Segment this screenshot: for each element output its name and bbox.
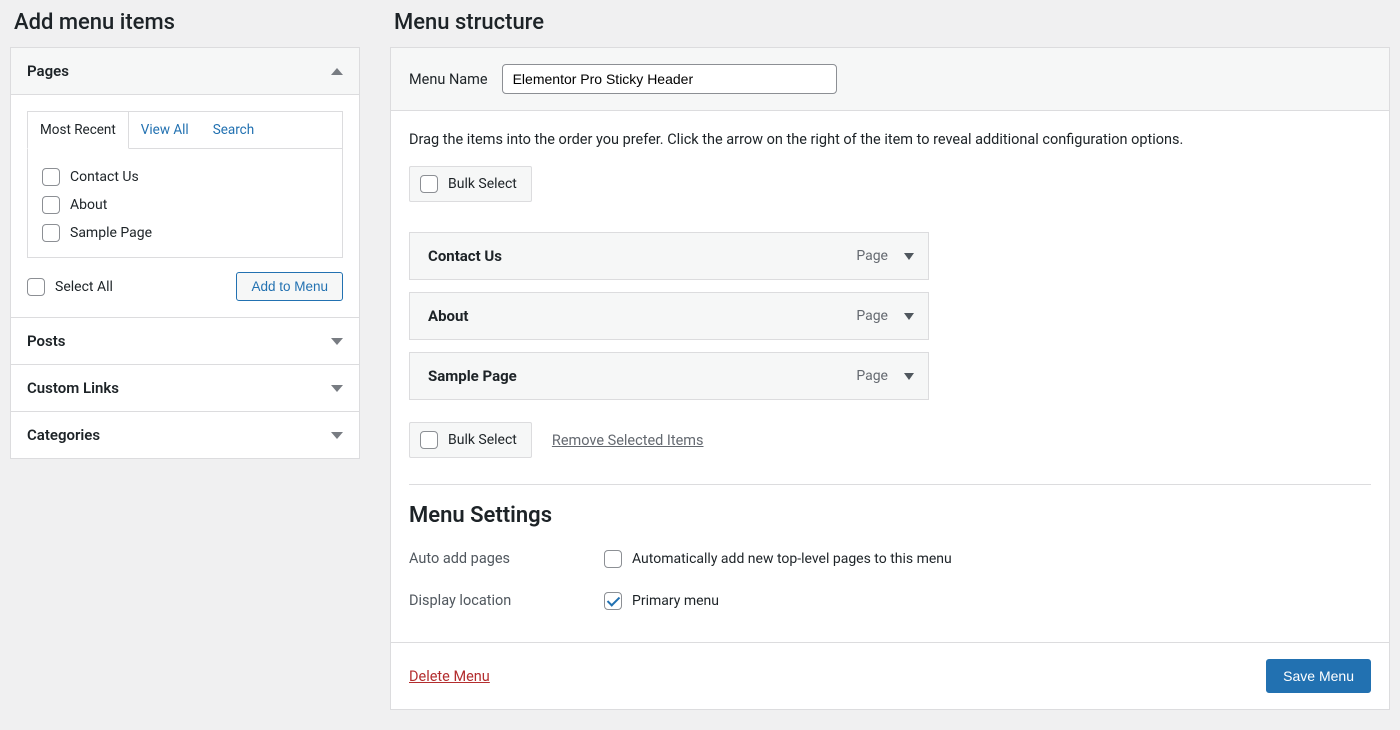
menu-settings-heading: Menu Settings <box>409 503 1371 528</box>
accordion-pages-title: Pages <box>27 62 69 80</box>
chevron-down-icon <box>331 338 343 345</box>
menu-item-title: Sample Page <box>428 367 517 385</box>
checkbox-auto-add[interactable] <box>604 550 622 568</box>
divider <box>409 484 1371 485</box>
save-menu-button[interactable]: Save Menu <box>1266 659 1371 693</box>
primary-menu-label: Primary menu <box>632 593 719 609</box>
accordion-posts-title: Posts <box>27 332 65 350</box>
chevron-down-icon[interactable] <box>904 313 914 320</box>
checkbox-about[interactable] <box>42 196 60 214</box>
tab-search[interactable]: Search <box>201 112 266 148</box>
bulk-select-bottom[interactable]: Bulk Select <box>409 422 532 458</box>
checkbox-primary-menu[interactable] <box>604 592 622 610</box>
chevron-down-icon[interactable] <box>904 253 914 260</box>
accordion-categories-title: Categories <box>27 426 100 444</box>
select-all-label: Select All <box>55 279 113 295</box>
menu-panel: Menu Name Drag the items into the order … <box>390 47 1390 710</box>
add-to-menu-button[interactable]: Add to Menu <box>236 272 343 301</box>
checkbox-bulk-bottom[interactable] <box>420 431 438 449</box>
page-option-label: Contact Us <box>70 169 139 185</box>
remove-selected-link[interactable]: Remove Selected Items <box>552 432 704 449</box>
bulk-select-label: Bulk Select <box>448 432 517 448</box>
checkbox-sample-page[interactable] <box>42 224 60 242</box>
checkbox-bulk-top[interactable] <box>420 175 438 193</box>
accordion-pages-header[interactable]: Pages <box>11 48 359 94</box>
auto-add-pages-label: Auto add pages <box>409 548 604 567</box>
accordion-custom-links-header[interactable]: Custom Links <box>11 365 359 411</box>
chevron-down-icon <box>331 432 343 439</box>
menu-item-type-label: Page <box>856 368 888 384</box>
delete-menu-link[interactable]: Delete Menu <box>409 668 490 685</box>
menu-structure-heading: Menu structure <box>390 10 1390 35</box>
menu-item-type-label: Page <box>856 248 888 264</box>
tab-view-all[interactable]: View All <box>129 112 201 148</box>
menu-item-contact-us[interactable]: Contact Us Page <box>409 232 929 280</box>
tab-most-recent[interactable]: Most Recent <box>27 111 129 149</box>
bulk-select-top[interactable]: Bulk Select <box>409 166 532 202</box>
instructions-text: Drag the items into the order you prefer… <box>409 131 1371 148</box>
menu-item-about[interactable]: About Page <box>409 292 929 340</box>
menu-name-input[interactable] <box>502 64 837 94</box>
auto-add-option-label: Automatically add new top-level pages to… <box>632 551 952 567</box>
pages-tabs: Most Recent View All Search <box>28 112 342 149</box>
menu-item-type-label: Page <box>856 308 888 324</box>
chevron-down-icon <box>331 385 343 392</box>
checkbox-contact-us[interactable] <box>42 168 60 186</box>
menu-name-label: Menu Name <box>409 71 488 88</box>
checkbox-select-all[interactable] <box>27 278 45 296</box>
display-location-label: Display location <box>409 590 604 609</box>
bulk-select-label: Bulk Select <box>448 176 517 192</box>
add-menu-items-heading: Add menu items <box>10 10 360 35</box>
page-option-label: Sample Page <box>70 225 152 241</box>
menu-item-title: Contact Us <box>428 247 502 265</box>
chevron-up-icon <box>331 68 343 75</box>
accordion-posts-header[interactable]: Posts <box>11 318 359 364</box>
accordion-custom-links-title: Custom Links <box>27 379 119 397</box>
chevron-down-icon[interactable] <box>904 373 914 380</box>
page-option-label: About <box>70 197 107 213</box>
accordion-categories-header[interactable]: Categories <box>11 412 359 458</box>
menu-item-sample-page[interactable]: Sample Page Page <box>409 352 929 400</box>
add-items-accordion: Pages Most Recent View All Search <box>10 47 360 459</box>
menu-item-title: About <box>428 307 468 325</box>
